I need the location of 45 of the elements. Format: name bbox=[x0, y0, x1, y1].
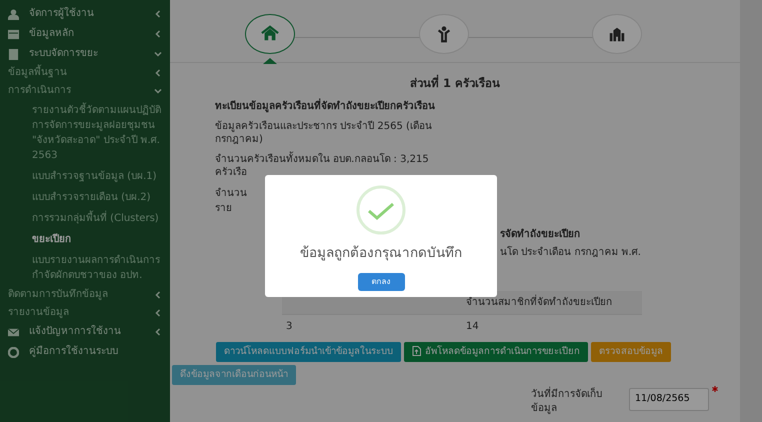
date-field[interactable]: 11/08/2565 bbox=[629, 388, 709, 410]
table-header-cell: จำนวนสมาชิกที่จัดทำถังขยะเปียก bbox=[462, 290, 642, 314]
info-text: จำนวน bbox=[215, 186, 248, 201]
section-title: ส่วนที่ 1 ครัวเรือน bbox=[408, 75, 501, 92]
user-icon bbox=[8, 8, 19, 20]
table-icon bbox=[8, 28, 19, 40]
info-text: จำนวนครัวเรือนทั้งหมดใน อบต.กลอนโด : 3,215 ครัวเรือ bbox=[215, 152, 430, 180]
table-caption: นโด ประจำเดือน กรกฎาคม พ.ศ. bbox=[500, 246, 641, 258]
sidebar-item[interactable]: ระบบจัดการขยะ bbox=[0, 44, 170, 64]
house-icon bbox=[261, 25, 279, 43]
sidebar-item[interactable]: จัดการผู้ใช้งาน bbox=[0, 4, 170, 24]
book-icon bbox=[8, 48, 19, 60]
file-icon bbox=[412, 346, 421, 356]
sidebar-link[interactable]: แบบรายงานผลการดำเนินการกำจัดผักตบชวาของ อปท. bbox=[0, 250, 170, 286]
step-button[interactable] bbox=[245, 14, 295, 54]
upload-button[interactable]: อัพโหลดข้อมูลการดำเนินการขยะเปียก bbox=[404, 342, 588, 362]
table-cell: 14 bbox=[462, 314, 642, 338]
dialog-message: ข้อมูลถูกต้องกรุณากดบันทึก bbox=[300, 244, 462, 263]
form-heading: ทะเบียนข้อมูลครัวเรือนที่จัดทำถังขยะเปียกครัวเรือน bbox=[215, 100, 445, 114]
verify-button[interactable]: ตรวจสอบข้อมูล bbox=[591, 342, 671, 362]
ok-button[interactable]: ตกลง bbox=[358, 273, 404, 292]
sidebar-item[interactable]: ข้อมูลพื้นฐาน bbox=[0, 64, 170, 82]
date-label: วันที่มีการจัดเก็บข้อมูล bbox=[531, 388, 611, 416]
envelope-icon bbox=[8, 326, 19, 338]
sidebar-link[interactable]: รายงานตัวชี้วัดตามแผนปฏิบัติการจัดการขยะมูลฝอยชุมชน "จังหวัดสะอาด" ประจำปี พ.ศ. 2563 bbox=[0, 100, 170, 166]
sidebar-link[interactable]: แบบสำรวจฐานข้อมูล (บผ.1) bbox=[0, 166, 170, 187]
sidebar-link[interactable]: ขยะเปียก bbox=[0, 229, 170, 250]
sidebar-item[interactable]: ข้อมูลหลัก bbox=[0, 24, 170, 44]
sidebar-item[interactable]: การดำเนินการ bbox=[0, 82, 170, 100]
lifebuoy-icon bbox=[8, 346, 19, 358]
building-icon bbox=[608, 25, 626, 43]
info-text: ราย bbox=[215, 202, 233, 216]
info-text: ข้อมูลครัวเรือนและประชากร ประจำปี 2565 (เดือนกรกฎาคม) bbox=[215, 120, 433, 147]
sidebar-link[interactable]: การรวมกลุ่มพื้นที่ (Clusters) bbox=[0, 208, 170, 229]
sidebar-link[interactable]: แบบสำรวจรายเดือน (บผ.2) bbox=[0, 187, 170, 208]
sidebar-item[interactable]: แจ้งปัญหาการใช้งาน bbox=[0, 322, 170, 342]
download-button[interactable]: ดาวน์โหลดแบบฟอร์มนำเข้าข้อมูลในระบบ bbox=[216, 342, 401, 362]
active-step-pointer bbox=[263, 58, 277, 64]
sidebar-item[interactable]: คู่มือการใช้งานระบบ bbox=[0, 342, 170, 362]
check-icon bbox=[356, 185, 406, 235]
copy-button[interactable]: ดึงข้อมูลจากเดือนก่อนหน้า bbox=[172, 365, 296, 386]
table-caption: รจัดทำถังขยะเปียก bbox=[500, 228, 580, 240]
sidebar-item[interactable]: ติดตามการบันทึกข้อมูล bbox=[0, 286, 170, 304]
sidebar-item[interactable]: รายงานข้อมูล bbox=[0, 304, 170, 322]
table-cell: 3 bbox=[282, 314, 462, 338]
